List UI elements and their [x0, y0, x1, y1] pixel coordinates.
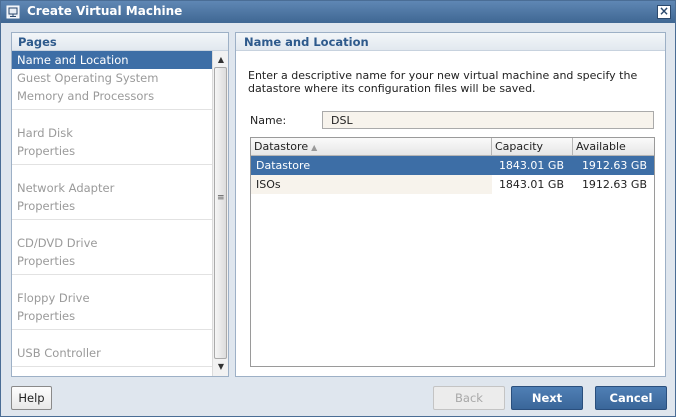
scroll-up-arrow-icon[interactable]: ▲ — [216, 55, 226, 65]
page-group-spacer — [12, 110, 213, 124]
datastore-table-body: Datastore 1843.01 GB 1912.63 GB ISOs 1843.01… — [251, 156, 654, 194]
table-cell-datastore: Datastore — [256, 159, 311, 172]
page-item[interactable]: Guest Operating System — [12, 69, 213, 87]
pages-scrollbar[interactable]: ▲ ≡ ▼ — [212, 51, 228, 376]
dialog-title: Create Virtual Machine — [27, 4, 183, 18]
page-item[interactable]: Floppy Drive — [12, 289, 213, 307]
page-item[interactable]: Name and Location — [12, 51, 213, 69]
table-cell-available: 1912.63 GB — [581, 159, 647, 172]
page-group: Hard Disk Properties — [12, 110, 213, 165]
page-group: Name and Location Guest Operating System M… — [12, 51, 213, 110]
help-button[interactable]: Help — [11, 386, 52, 410]
page-item[interactable]: Properties — [12, 307, 213, 325]
name-label: Name: — [250, 114, 287, 127]
table-row[interactable]: ISOs 1843.01 GB 1912.63 GB — [251, 175, 654, 194]
page-item[interactable]: Properties — [12, 142, 213, 160]
page-group-spacer — [12, 275, 213, 289]
page-item[interactable]: CD/DVD Drive — [12, 234, 213, 252]
description-text: Enter a descriptive name for your new vi… — [248, 69, 638, 95]
column-header-label: Capacity — [495, 140, 544, 153]
table-cell-capacity: 1843.01 GB — [498, 178, 564, 191]
column-header-datastore[interactable]: Datastore ▲ — [251, 138, 492, 155]
create-vm-dialog: Create Virtual Machine × Pages Name and … — [0, 0, 676, 417]
scrollbar-grip-icon: ≡ — [217, 193, 225, 203]
column-header-available[interactable]: Available — [573, 138, 656, 155]
column-header-label: Datastore — [254, 140, 309, 153]
page-item[interactable]: Memory and Processors — [12, 87, 213, 105]
vm-window-icon — [6, 5, 20, 19]
datastore-table: Datastore ▲ Capacity Available Datastore 1… — [250, 137, 655, 367]
page-group: CD/DVD Drive Properties — [12, 220, 213, 275]
page-group-spacer — [12, 330, 213, 344]
sort-ascending-icon: ▲ — [311, 143, 318, 152]
page-group-spacer — [12, 220, 213, 234]
table-cell-available: 1912.63 GB — [581, 178, 647, 191]
page-item[interactable]: Properties — [12, 197, 213, 215]
close-icon: × — [658, 4, 670, 18]
scroll-down-arrow-icon[interactable]: ▼ — [216, 362, 226, 372]
page-item[interactable]: USB Controller — [12, 344, 213, 362]
title-bar[interactable]: Create Virtual Machine × — [1, 1, 675, 23]
pages-panel: Pages Name and Location Guest Operating S… — [11, 32, 229, 377]
column-header-label: Available — [576, 140, 626, 153]
column-header-capacity[interactable]: Capacity — [492, 138, 573, 155]
cancel-button[interactable]: Cancel — [595, 386, 667, 410]
scrollbar-thumb[interactable] — [214, 67, 227, 359]
content-header: Name and Location — [236, 33, 665, 51]
content-panel: Name and Location Enter a descriptive na… — [235, 32, 666, 377]
table-cell-capacity: 1843.01 GB — [498, 159, 564, 172]
next-button[interactable]: Next — [511, 386, 583, 410]
table-cell-datastore: ISOs — [251, 175, 492, 194]
page-group-spacer — [12, 165, 213, 179]
page-item[interactable]: Hard Disk — [12, 124, 213, 142]
pages-list: Name and Location Guest Operating System M… — [12, 51, 213, 376]
name-input[interactable] — [322, 111, 654, 129]
back-button[interactable]: Back — [433, 386, 505, 410]
page-group: Floppy Drive Properties — [12, 275, 213, 330]
page-item[interactable]: Properties — [12, 252, 213, 270]
datastore-table-header: Datastore ▲ Capacity Available — [251, 138, 654, 156]
pages-header: Pages — [12, 33, 228, 51]
close-button[interactable]: × — [657, 5, 671, 19]
table-row[interactable]: Datastore 1843.01 GB 1912.63 GB — [251, 156, 654, 175]
page-group: Network Adapter Properties — [12, 165, 213, 220]
page-group: USB Controller — [12, 330, 213, 367]
page-item[interactable]: Network Adapter — [12, 179, 213, 197]
